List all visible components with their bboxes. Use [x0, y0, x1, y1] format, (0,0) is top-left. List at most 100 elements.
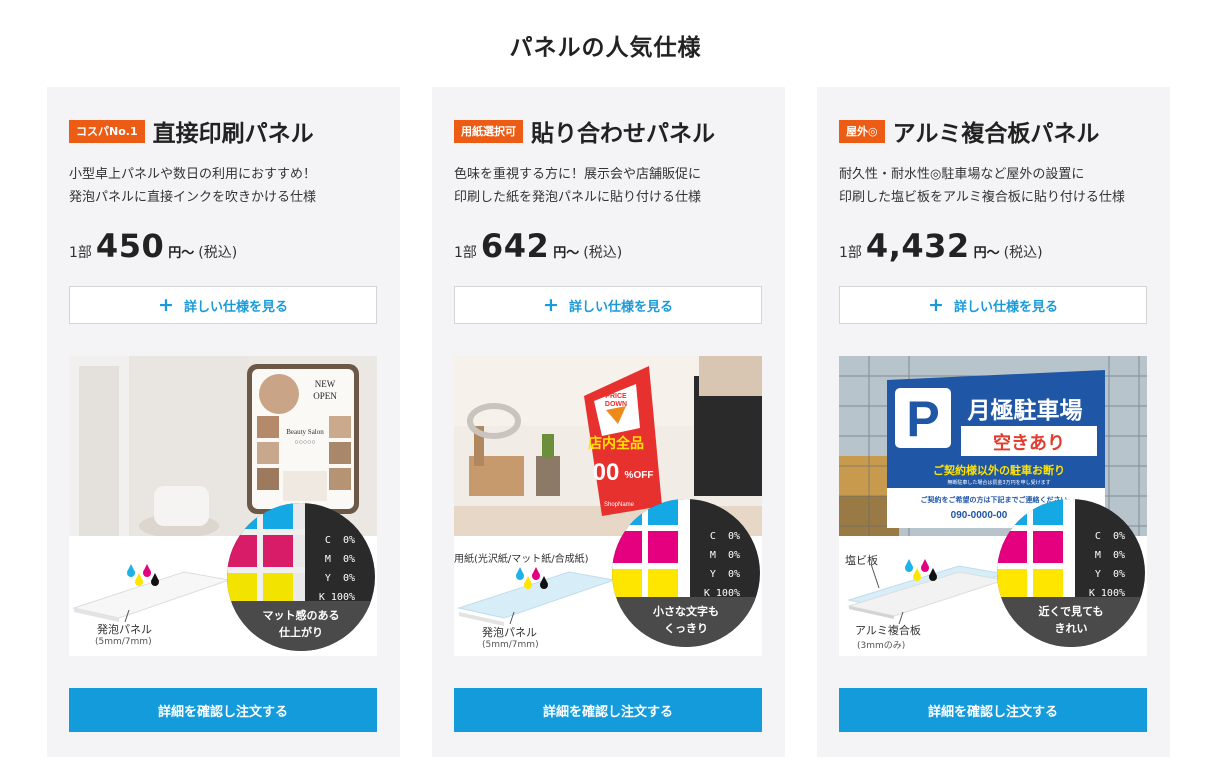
card-laminated: 用紙選択可 貼り合わせパネル 色味を重視する方に！展示会や店舗販促に 印刷した紙… — [432, 87, 785, 757]
paper-label: 塩ビ板 — [845, 554, 878, 567]
order-button[interactable]: 詳細を確認し注文する — [454, 688, 762, 732]
zoom-detail: C 0% M 0% Y 0% K 100% 近くで見ても きれい — [997, 499, 1145, 647]
cmyk-label: C — [709, 531, 716, 542]
photo-text: 店内全品 — [588, 435, 644, 452]
board-label: 発泡パネル — [97, 623, 152, 636]
card-aluminum: 屋外◎ アルミ複合板パネル 耐久性・耐水性◎駐車場など屋外の設置に 印刷した塩ビ… — [817, 87, 1170, 757]
cmyk-value: 0% — [1112, 550, 1125, 561]
desc-line: 印刷した紙を発泡パネルに貼り付ける仕様 — [454, 190, 702, 205]
cmyk-label: M — [709, 550, 716, 561]
cmyk-value: 0% — [727, 531, 740, 542]
board-label: 発泡パネル — [482, 626, 537, 639]
photo-text: OPEN — [313, 391, 337, 401]
caption-line: 近くで見ても — [1038, 605, 1104, 618]
zoom-detail: C 0% M 0% Y 0% K 100% マット感のある 仕上がり — [227, 503, 375, 651]
photo-text: 無断駐車した場合は罰金3万円を申し受けます — [947, 479, 1050, 486]
card-header: コスパNo.1 直接印刷パネル — [69, 114, 314, 148]
view-spec-label: 詳しい仕様を見る — [183, 299, 288, 315]
caption-line: 仕上がり — [279, 626, 323, 639]
view-spec-button[interactable]: + 詳しい仕様を見る — [454, 286, 762, 324]
price-amount: 4,432 — [865, 227, 970, 265]
zoom-detail: C 0% M 0% Y 0% K 100% 小さな文字も くっきり — [612, 499, 760, 647]
plus-icon: + — [928, 293, 944, 316]
cmyk-value: 0% — [1112, 569, 1125, 580]
price-amount: 450 — [95, 227, 165, 265]
desc-line: 耐久性・耐水性◎駐車場など屋外の設置に — [839, 167, 1085, 182]
photo-text: %OFF — [625, 470, 654, 481]
desc-line: 小型卓上パネルや数日の利用におすすめ！ — [69, 167, 317, 182]
photo-text: ご契約様以外の駐車お断り — [933, 463, 1065, 477]
price-tax: (税込) — [583, 245, 623, 261]
zoom-caption: 小さな文字も くっきり — [612, 597, 760, 647]
price: 1部 450 円〜 (税込) — [69, 227, 237, 265]
badge: コスパNo.1 — [69, 119, 145, 143]
card-direct-print: コスパNo.1 直接印刷パネル 小型卓上パネルや数日の利用におすすめ！ 発泡パネ… — [47, 87, 400, 757]
cmyk-label: C — [1094, 531, 1101, 542]
badge: 屋外◎ — [839, 119, 885, 143]
card-header: 用紙選択可 貼り合わせパネル — [454, 114, 715, 148]
view-spec-button[interactable]: + 詳しい仕様を見る — [69, 286, 377, 324]
card-description: 小型卓上パネルや数日の利用におすすめ！ 発泡パネルに直接インクを吹きかける仕様 — [69, 163, 316, 209]
board-size: (5mm/7mm) — [95, 637, 152, 647]
cmyk-value: 0% — [1112, 531, 1125, 542]
photo-text: ○○○○○ — [294, 439, 315, 446]
cmyk-value: 0% — [342, 535, 355, 546]
photo-text: 00 — [593, 459, 620, 486]
price-prefix: 1部 — [839, 245, 862, 261]
board-size: (3mmのみ) — [857, 641, 906, 651]
price: 1部 642 円〜 (税込) — [454, 227, 622, 265]
card-title: 直接印刷パネル — [152, 121, 314, 147]
card-description: 色味を重視する方に！展示会や店舗販促に 印刷した紙を発泡パネルに貼り付ける仕様 — [454, 163, 701, 209]
order-button[interactable]: 詳細を確認し注文する — [839, 688, 1147, 732]
paper-label: 用紙(光沢紙/マット紙/合成紙) — [454, 554, 589, 565]
caption-line: 小さな文字も — [653, 605, 719, 618]
cmyk-values: C 0% M 0% Y 0% K 100% — [319, 531, 355, 607]
view-spec-button[interactable]: + 詳しい仕様を見る — [839, 286, 1147, 324]
price-prefix: 1部 — [454, 245, 477, 261]
product-visual: P 月極駐車場 空きあり ご契約様以外の駐車お断り 無断駐車した場合は罰金3万円… — [839, 356, 1147, 656]
cmyk-label: Y — [1094, 569, 1101, 580]
cmyk-values: C 0% M 0% Y 0% K 100% — [704, 527, 740, 603]
photo-text: 月極駐車場 — [967, 397, 1083, 424]
cmyk-label: Y — [709, 569, 716, 580]
cmyk-label: Y — [324, 573, 331, 584]
cmyk-label: M — [324, 554, 331, 565]
price-tax: (税込) — [198, 245, 238, 261]
price-tax: (税込) — [1003, 245, 1043, 261]
desc-line: 発泡パネルに直接インクを吹きかける仕様 — [69, 190, 317, 205]
caption-line: きれい — [1054, 622, 1088, 635]
zoom-caption: 近くで見ても きれい — [997, 597, 1145, 647]
photo-text: Beauty Salon — [286, 428, 324, 436]
caption-line: マット感のある — [262, 609, 340, 622]
caption-line: くっきり — [664, 622, 708, 635]
order-button[interactable]: 詳細を確認し注文する — [69, 688, 377, 732]
cmyk-label: M — [1094, 550, 1101, 561]
card-description: 耐久性・耐水性◎駐車場など屋外の設置に 印刷した塩ビ板をアルミ複合板に貼り付ける… — [839, 163, 1125, 209]
photo-text: P — [906, 391, 939, 447]
price-unit: 円〜 — [973, 246, 1000, 261]
section-title: パネルの人気仕様 — [509, 35, 702, 61]
price: 1部 4,432 円〜 (税込) — [839, 227, 1043, 265]
cmyk-values: C 0% M 0% Y 0% K 100% — [1089, 527, 1125, 603]
card-title: 貼り合わせパネル — [531, 121, 715, 147]
photo-text: 空きあり — [993, 432, 1065, 454]
card-header: 屋外◎ アルミ複合板パネル — [839, 114, 1099, 148]
cmyk-value: 0% — [727, 550, 740, 561]
price-prefix: 1部 — [69, 245, 92, 261]
desc-line: 色味を重視する方に！展示会や店舗販促に — [454, 167, 702, 182]
cmyk-label: C — [324, 535, 331, 546]
price-amount: 642 — [480, 227, 550, 265]
board-size: (5mm/7mm) — [482, 640, 539, 650]
product-visual: PRICE DOWN 店内全品 00 %OFF ShopName 用紙(光沢紙/… — [454, 356, 762, 656]
plus-icon: + — [158, 293, 174, 316]
price-unit: 円〜 — [168, 246, 195, 261]
cmyk-value: 0% — [342, 554, 355, 565]
view-spec-label: 詳しい仕様を見る — [953, 299, 1058, 315]
view-spec-label: 詳しい仕様を見る — [568, 299, 673, 315]
card-title: アルミ複合板パネル — [892, 121, 1100, 147]
board-label: アルミ複合板 — [855, 624, 921, 637]
desc-line: 印刷した塩ビ板をアルミ複合板に貼り付ける仕様 — [839, 190, 1125, 205]
price-unit: 円〜 — [553, 246, 580, 261]
photo-text: NEW — [315, 379, 336, 389]
cmyk-value: 0% — [342, 573, 355, 584]
